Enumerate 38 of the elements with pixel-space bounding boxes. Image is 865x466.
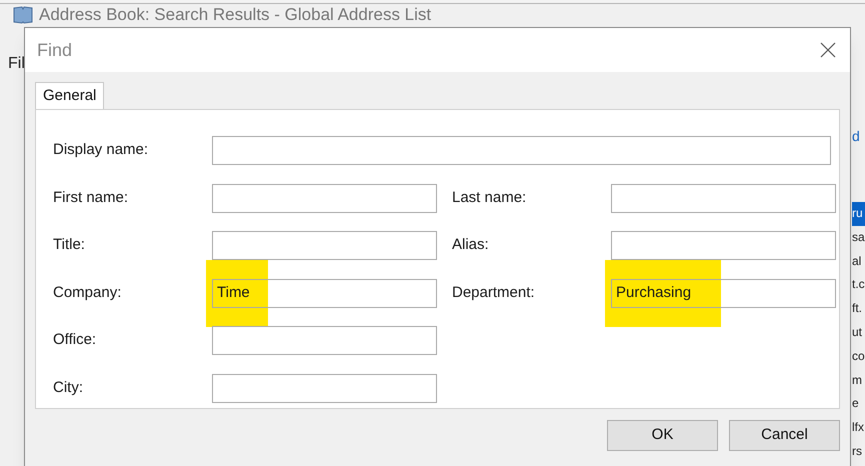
list-item[interactable]: al [852,250,865,274]
list-item[interactable]: lfx [852,416,865,440]
dialog-title: Find [37,38,72,62]
book-icon [13,6,33,24]
dialog-button[interactable]: Cancel [729,420,840,451]
list-item[interactable]: ft. [852,297,865,321]
input-field[interactable] [212,184,437,212]
input-field[interactable] [212,374,437,402]
field-label: Office: [53,330,98,350]
list-item[interactable]: rs [852,440,865,464]
input-field[interactable] [212,326,437,355]
input-field[interactable]: Purchasing [611,278,836,308]
input-field[interactable]: Time [212,278,437,308]
tab[interactable]: General [35,82,104,110]
list-item[interactable]: ut [852,320,865,345]
close-icon[interactable] [820,42,836,58]
window-title: Address Book: Search Results - Global Address List [39,5,432,25]
list-item[interactable]: sa [852,226,865,250]
list-item[interactable]: ru [852,202,865,226]
link[interactable]: d [852,126,860,147]
field-label: Company: [53,282,122,303]
field-label: Alias: [452,235,490,256]
field-label: Last name: [452,188,528,208]
field-label: City: [53,378,84,398]
field-label: Department: [452,282,536,303]
list-item[interactable]: m [852,368,865,392]
field-label: Display name: [53,140,150,160]
input-field[interactable] [212,231,437,260]
dialog-button[interactable]: OK [607,420,718,451]
list-item[interactable]: co [852,344,865,369]
input-field[interactable] [611,184,836,212]
list-item[interactable]: t.c [852,273,865,298]
field-label: First name: [53,188,130,208]
field-label: Title: [53,235,86,256]
list-item[interactable]: e [852,392,865,416]
menu-item[interactable]: Fil [8,52,25,76]
input-field[interactable] [611,231,836,260]
input-field[interactable] [212,136,831,165]
